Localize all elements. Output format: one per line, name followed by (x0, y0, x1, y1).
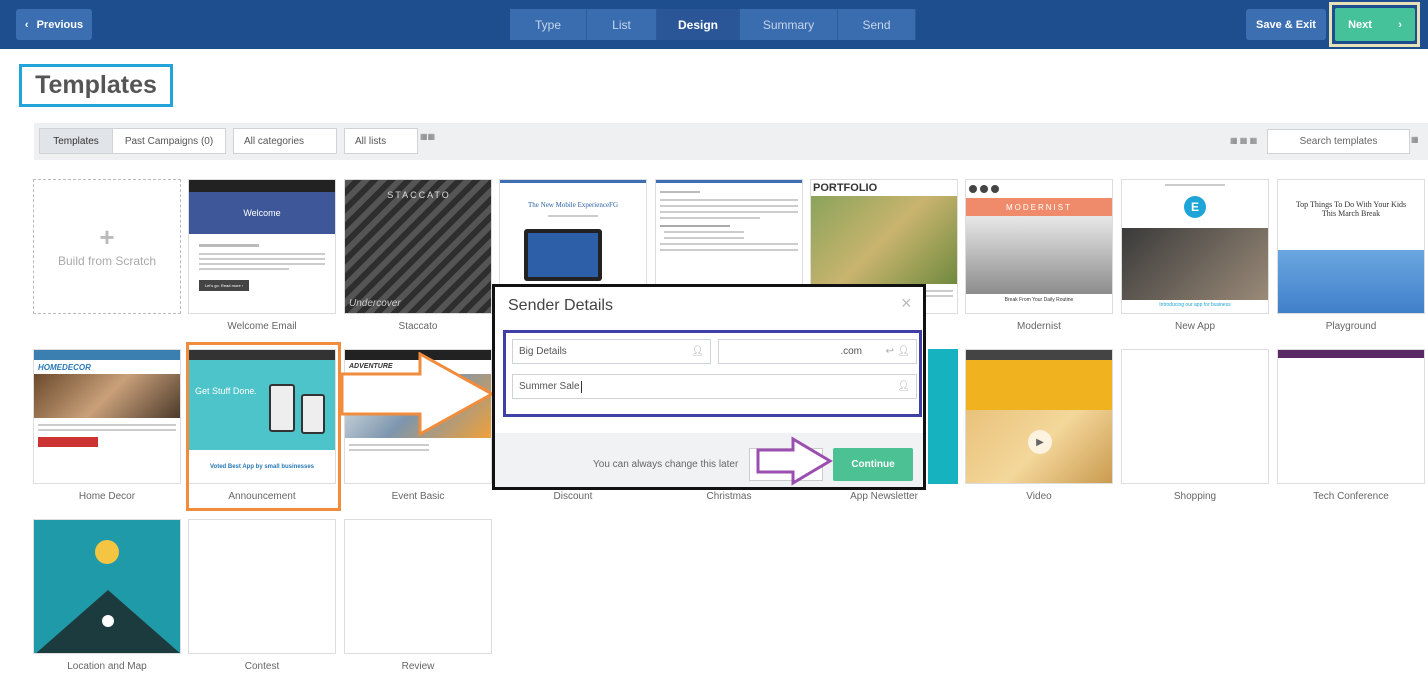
subject-value: Summer Sale (519, 381, 580, 392)
template-name: Review (401, 661, 435, 672)
template-card-shopping[interactable] (1121, 349, 1269, 484)
template-card-staccato[interactable]: STACCATO Undercover (344, 179, 492, 314)
top-nav-bar: ‹ Previous Type List Design Summary Send… (0, 0, 1428, 49)
template-card-playground[interactable]: Top Things To Do With Your Kids This Mar… (1277, 179, 1425, 314)
layout-options-icon[interactable]: ▦ ▦ ▦ (1230, 136, 1257, 145)
from-name-value: Big Details (519, 346, 567, 357)
sender-details-dialog: Sender Details × Big Details 👤︎ .com ↩ 👤… (492, 284, 926, 490)
wizard-steps: Type List Design Summary Send (510, 9, 916, 40)
preview-title: PORTFOLIO (813, 182, 878, 194)
template-name: Discount (553, 491, 593, 502)
template-card-location-map[interactable] (33, 519, 181, 654)
view-toggle-icon[interactable]: ▦▦ (420, 132, 435, 141)
close-icon[interactable]: × (901, 293, 912, 314)
template-name: Christmas (706, 491, 752, 502)
reply-icon: ↩ (885, 346, 894, 357)
subject-field[interactable]: Summer Sale 👤︎ (512, 374, 917, 399)
template-card-new-app[interactable]: E Introducing our app for business (1121, 179, 1269, 314)
template-name: Event Basic (391, 491, 445, 502)
arrow-right-icon (340, 352, 496, 436)
step-send[interactable]: Send (838, 9, 916, 40)
play-icon: ▶ (1028, 430, 1052, 454)
scroll-handle-icon[interactable]: ▦ (1411, 135, 1419, 144)
user-icon: 👤︎ (897, 381, 910, 392)
from-email-field[interactable]: .com ↩ 👤︎ (718, 339, 917, 364)
next-button[interactable]: Next › (1335, 8, 1415, 41)
template-name: Welcome Email (227, 321, 297, 332)
from-email-value: .com (840, 346, 862, 357)
dialog-footer: You can always change this later Continu… (495, 433, 923, 487)
preview-text: Undercover (349, 298, 401, 309)
step-type[interactable]: Type (510, 9, 587, 40)
preview-title: The New Mobile ExperienceFG (528, 201, 618, 209)
template-card-review[interactable] (344, 519, 492, 654)
template-card-contest[interactable] (188, 519, 336, 654)
list-select[interactable]: All lists (344, 128, 418, 154)
previous-label: Previous (36, 18, 84, 31)
dialog-note: You can always change this later (593, 459, 739, 470)
preview-text: Break From Your Daily Routine (1004, 297, 1074, 303)
user-icon: 👤︎ (691, 346, 704, 357)
step-summary[interactable]: Summary (740, 9, 838, 40)
build-from-scratch-label: Build from Scratch (57, 253, 157, 268)
previous-button[interactable]: ‹ Previous (16, 9, 92, 40)
preview-button: Let's go. Read more › (199, 280, 249, 291)
category-select[interactable]: All categories (233, 128, 337, 154)
step-design[interactable]: Design (657, 9, 740, 40)
plus-icon: + (99, 221, 115, 252)
dialog-title: Sender Details (508, 297, 613, 314)
page-title: Templates (35, 71, 157, 99)
preview-text: Introducing our app for business (1159, 302, 1231, 308)
from-name-field[interactable]: Big Details 👤︎ (512, 339, 711, 364)
template-card-home-decor[interactable]: HOMEDECOR (33, 349, 181, 484)
template-card-welcome-email[interactable]: Welcome Let's go. Read more › (188, 179, 336, 314)
template-card-tech-conference[interactable] (1277, 349, 1425, 484)
text-cursor (580, 380, 582, 393)
preview-title: Top Things To Do With Your Kids This Mar… (1295, 200, 1407, 218)
preview-title: HOMEDECOR (38, 363, 91, 372)
template-name: App Newsletter (850, 491, 918, 502)
template-name: Video (1026, 491, 1052, 502)
template-name: Playground (1325, 321, 1377, 332)
sender-fields-outline: Big Details 👤︎ .com ↩ 👤︎ Summer Sale 👤︎ (503, 330, 922, 417)
tab-past-campaigns[interactable]: Past Campaigns (0) (112, 128, 226, 154)
preview-title: STACCATO (387, 190, 451, 200)
chevron-left-icon: ‹ (24, 18, 29, 31)
user-icon: 👤︎ (897, 346, 910, 357)
step-list[interactable]: List (587, 9, 657, 40)
continue-button[interactable]: Continue (833, 448, 913, 481)
template-card-modernist[interactable]: MODERNIST Break From Your Daily Routine (965, 179, 1113, 314)
template-name: Shopping (1173, 491, 1217, 502)
page-title-outline: Templates (19, 64, 173, 107)
build-from-scratch-card[interactable]: + Build from Scratch (33, 179, 181, 314)
template-name: Tech Conference (1313, 491, 1389, 502)
announcement-highlight-outline (186, 342, 341, 511)
chevron-right-icon: › (1398, 18, 1402, 31)
template-name: Location and Map (67, 661, 147, 672)
preview-title: Welcome (189, 192, 335, 234)
template-name: Home Decor (78, 491, 136, 502)
tab-templates[interactable]: Templates (39, 128, 113, 154)
search-input[interactable]: Search templates (1267, 129, 1410, 154)
next-label: Next (1348, 18, 1372, 31)
arrow-right-icon (756, 436, 833, 486)
template-name: Staccato (398, 321, 438, 332)
map-pin-icon (102, 615, 114, 627)
filter-bar: Templates Past Campaigns (0) All categor… (34, 123, 1428, 160)
template-name: Contest (244, 661, 280, 672)
template-name: Modernist (1017, 321, 1061, 332)
template-card-video[interactable]: ▶ (965, 349, 1113, 484)
template-name: New App (1174, 321, 1216, 332)
save-exit-button[interactable]: Save & Exit (1246, 9, 1326, 40)
preview-title: MODERNIST (966, 198, 1112, 216)
